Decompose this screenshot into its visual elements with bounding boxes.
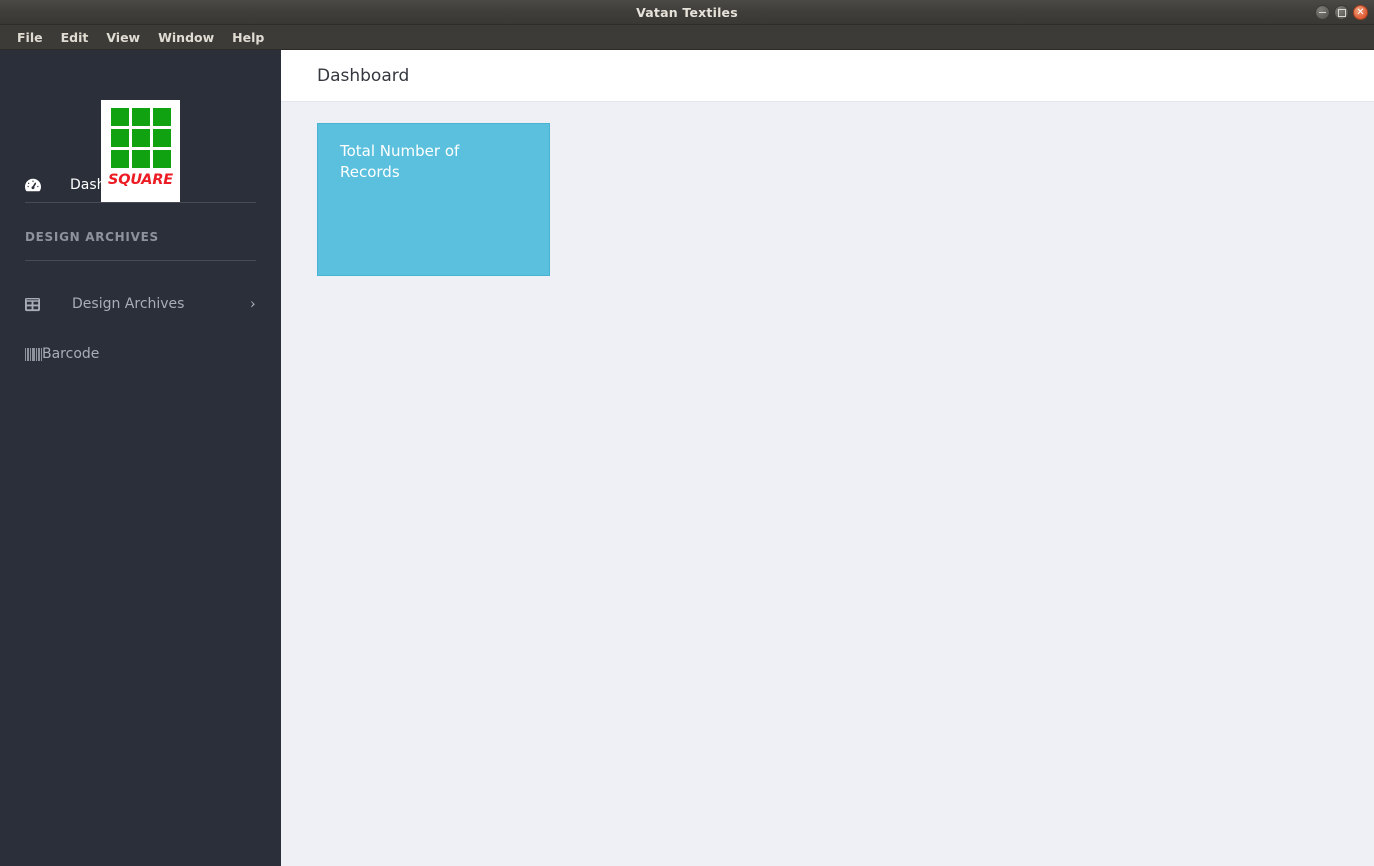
app-shell: SQUARE Dashboard DESIGN ARCHIVES bbox=[0, 50, 1374, 866]
sidebar-section-divider bbox=[25, 260, 256, 261]
menu-help[interactable]: Help bbox=[223, 27, 273, 48]
sidebar-logo[interactable]: SQUARE bbox=[0, 50, 281, 202]
menu-view[interactable]: View bbox=[97, 27, 149, 48]
chevron-right-icon bbox=[249, 298, 257, 311]
menu-window[interactable]: Window bbox=[149, 27, 223, 48]
sidebar-item-design-archives-label: Design Archives bbox=[72, 296, 185, 312]
window-title: Vatan Textiles bbox=[636, 4, 738, 20]
sidebar-item-barcode[interactable]: Barcode bbox=[0, 334, 281, 374]
menu-edit[interactable]: Edit bbox=[52, 27, 98, 48]
window-controls: ✕ bbox=[1315, 0, 1368, 25]
minimize-button[interactable] bbox=[1315, 5, 1330, 20]
sidebar: SQUARE Dashboard DESIGN ARCHIVES bbox=[0, 50, 281, 866]
page-header: Dashboard bbox=[281, 50, 1374, 102]
menubar: File Edit View Window Help bbox=[0, 25, 1374, 50]
sidebar-item-design-archives[interactable]: Design Archives bbox=[0, 284, 281, 324]
stat-card-title: Total Number of Records bbox=[340, 142, 460, 181]
sidebar-item-barcode-label: Barcode bbox=[42, 346, 100, 362]
page-title: Dashboard bbox=[317, 65, 410, 86]
logo-grid-icon bbox=[110, 108, 171, 168]
close-button[interactable]: ✕ bbox=[1353, 5, 1368, 20]
tachometer-icon bbox=[25, 177, 43, 193]
logo-box: SQUARE bbox=[101, 100, 180, 202]
maximize-button[interactable] bbox=[1334, 5, 1349, 20]
logo-text: SQUARE bbox=[108, 172, 173, 188]
menu-file[interactable]: File bbox=[8, 27, 52, 48]
page-content: Total Number of Records bbox=[281, 102, 1374, 866]
main-area: Dashboard Total Number of Records bbox=[281, 50, 1374, 866]
table-icon bbox=[25, 297, 43, 312]
close-icon: ✕ bbox=[1356, 6, 1365, 18]
barcode-icon bbox=[25, 347, 42, 361]
stat-card-total-records[interactable]: Total Number of Records bbox=[317, 123, 550, 276]
sidebar-section-title: DESIGN ARCHIVES bbox=[25, 230, 159, 244]
window-titlebar: Vatan Textiles ✕ bbox=[0, 0, 1374, 25]
